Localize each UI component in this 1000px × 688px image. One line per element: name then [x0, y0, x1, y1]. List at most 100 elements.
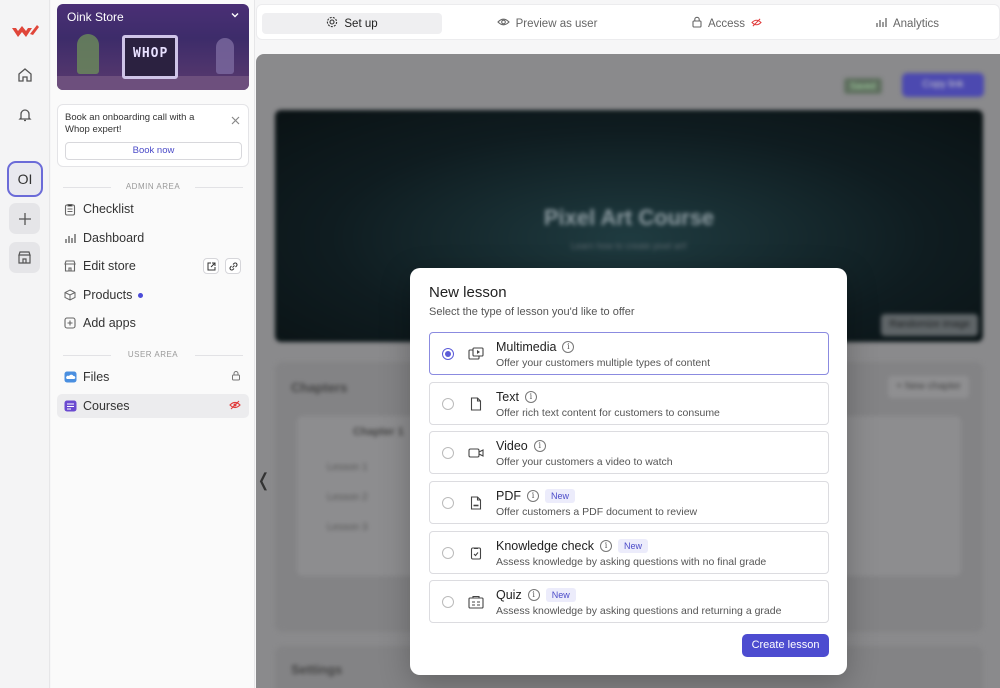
collapse-sidebar-handle[interactable]: ❬: [256, 470, 271, 491]
new-badge: New: [617, 539, 648, 553]
info-icon[interactable]: i: [562, 341, 575, 353]
new-lesson-modal: New lesson Select the type of lesson you…: [410, 268, 847, 675]
store-art-monitor: WHOP: [122, 35, 178, 79]
info-icon[interactable]: i: [527, 490, 539, 502]
sidebar-item-edit-store[interactable]: Edit store: [57, 254, 249, 278]
modal-subtitle: Select the type of lesson you'd like to …: [429, 306, 635, 318]
option-description: Offer rich text content for customers to…: [496, 407, 720, 419]
eye-off-icon: [751, 18, 762, 30]
admin-area-label: ADMIN AREA: [63, 182, 243, 191]
sidebar-item-products[interactable]: Products: [57, 283, 249, 307]
top-tab-bar: Set up Preview as user Access Analytics: [256, 4, 1000, 40]
promo-text: Book an onboarding call with a Whop expe…: [65, 112, 195, 135]
tab-set-up[interactable]: Set up: [262, 13, 442, 34]
store-art-plant: [77, 34, 99, 74]
chevron-down-icon[interactable]: [230, 10, 240, 23]
quiz-icon: [467, 593, 485, 611]
multimedia-icon: [467, 345, 485, 363]
sidebar-item-courses[interactable]: Courses: [57, 394, 249, 418]
courses-icon: [63, 399, 77, 413]
sidebar-item-label: Dashboard: [83, 231, 145, 245]
sidebar-item-add-apps[interactable]: Add apps: [57, 311, 249, 335]
bar-chart-icon: [63, 231, 77, 245]
video-camera-icon: [467, 444, 485, 462]
option-name: Video: [496, 439, 528, 453]
lesson-option-text[interactable]: Text i Offer rich text content for custom…: [429, 382, 829, 425]
store-icon: [63, 259, 77, 273]
radio-button[interactable]: [442, 447, 454, 459]
option-name: Knowledge check: [496, 539, 594, 553]
home-icon[interactable]: [12, 62, 38, 88]
book-now-button[interactable]: Book now: [65, 142, 242, 160]
eye-off-icon: [229, 399, 241, 413]
app-rail: OI: [0, 0, 50, 688]
radio-button[interactable]: [442, 497, 454, 509]
lesson-row: Lesson 3: [327, 522, 368, 533]
clipboard-check-icon: [467, 544, 485, 562]
tab-label: Set up: [344, 17, 378, 30]
create-lesson-button[interactable]: Create lesson: [742, 634, 829, 657]
close-icon[interactable]: [231, 113, 240, 128]
onboarding-promo: Book an onboarding call with a Whop expe…: [57, 104, 249, 167]
tab-access[interactable]: Access: [642, 13, 812, 34]
sidebar-item-label: Products: [83, 288, 133, 302]
link-icon[interactable]: [225, 258, 241, 274]
chapters-heading: Chapters: [291, 380, 348, 395]
lesson-option-knowledge-check[interactable]: Knowledge check i New Assess knowledge by …: [429, 531, 829, 574]
bar-chart-icon: [875, 17, 887, 31]
modal-title: New lesson: [429, 284, 507, 301]
sidebar-item-dashboard[interactable]: Dashboard: [57, 226, 249, 250]
lesson-option-quiz[interactable]: Quiz i New Assess knowledge by asking ques…: [429, 580, 829, 623]
storefront-icon: [18, 251, 31, 264]
sidebar-item-label: Edit store: [83, 259, 136, 273]
info-icon[interactable]: i: [524, 391, 537, 403]
option-name: Quiz: [496, 588, 522, 602]
lesson-option-pdf[interactable]: PDF i New Offer customers a PDF document t…: [429, 481, 829, 524]
tab-preview-as-user[interactable]: Preview as user: [457, 13, 637, 34]
whop-logo[interactable]: [11, 22, 39, 42]
banner-title: Pixel Art Course: [543, 205, 715, 230]
option-description: Offer your customers multiple types of c…: [496, 357, 710, 369]
settings-heading: Settings: [291, 662, 343, 677]
radio-button[interactable]: [442, 547, 454, 559]
option-name: Text: [496, 390, 519, 404]
new-badge: New: [545, 588, 576, 602]
store-switcher[interactable]: WHOP Oink Store: [57, 4, 249, 90]
cube-icon: [63, 288, 77, 302]
marketplace-button[interactable]: [9, 242, 40, 273]
bell-icon[interactable]: [12, 102, 38, 128]
add-store-button[interactable]: [9, 203, 40, 234]
sidebar-item-label: Files: [83, 370, 110, 384]
new-badge: New: [545, 489, 576, 503]
chapter-name: Chapter 1: [353, 426, 404, 438]
external-link-icon[interactable]: [203, 258, 219, 274]
info-icon[interactable]: i: [527, 589, 540, 601]
new-chapter-button: + New chapter: [888, 376, 969, 398]
radio-button[interactable]: [442, 348, 454, 360]
option-name: Multimedia: [496, 340, 557, 354]
plus-icon: [18, 212, 31, 225]
radio-button[interactable]: [442, 596, 454, 608]
sidebar-item-label: Courses: [83, 399, 130, 413]
banner-subtitle: Learn how to create pixel art!: [570, 241, 688, 251]
info-icon[interactable]: i: [533, 440, 546, 452]
option-description: Assess knowledge by asking questions and…: [496, 605, 782, 617]
sidebar-item-checklist[interactable]: Checklist: [57, 197, 249, 221]
saved-badge: Saved: [844, 78, 882, 94]
lesson-option-video[interactable]: Video i Offer your customers a video to w…: [429, 431, 829, 474]
randomize-image-button: Randomize image: [881, 314, 978, 336]
option-description: Offer your customers a video to watch: [496, 456, 673, 468]
gear-icon: [326, 16, 338, 31]
sidebar-item-files[interactable]: Files: [57, 365, 249, 389]
copy-link-button: Copy link: [902, 73, 984, 97]
radio-button[interactable]: [442, 398, 454, 410]
eye-icon: [496, 17, 510, 30]
info-icon[interactable]: i: [599, 540, 612, 552]
store-name: Oink Store: [67, 10, 124, 24]
lesson-row: Lesson 1: [327, 462, 368, 473]
tab-analytics[interactable]: Analytics: [822, 13, 992, 34]
pdf-icon: [467, 494, 485, 512]
lesson-option-multimedia[interactable]: Multimedia i Offer your customers multipl…: [429, 332, 829, 375]
store-avatar[interactable]: OI: [7, 161, 43, 197]
tab-label: Access: [707, 17, 746, 30]
